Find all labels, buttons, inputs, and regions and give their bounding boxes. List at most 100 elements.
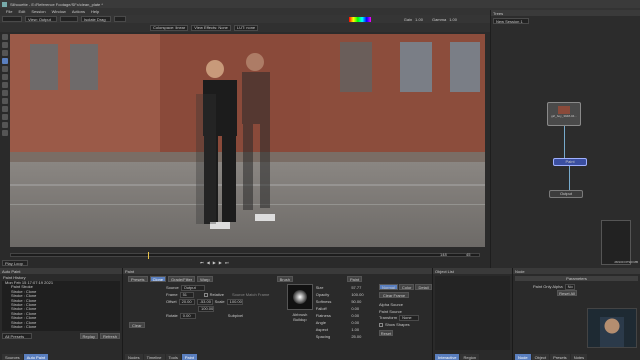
session-dropdown[interactable]: New Session 1 [493, 18, 529, 24]
play-icon[interactable]: ▶ [213, 260, 216, 265]
first-frame-icon[interactable]: ⏮ [200, 260, 204, 265]
brush-preview-button[interactable]: Brush [276, 276, 294, 282]
show-shapes-label: Show Shapes [385, 322, 410, 327]
pen-tool-icon[interactable] [2, 50, 8, 56]
opacity-field[interactable]: 100.00 [351, 291, 379, 298]
blur-tool-icon[interactable] [2, 82, 8, 88]
tab-node[interactable]: Node [515, 354, 531, 360]
menu-file[interactable]: File [6, 9, 12, 14]
gamma-value[interactable]: 1.00 [449, 17, 457, 22]
frame-field[interactable]: 51 [179, 291, 194, 298]
size-field[interactable]: 57.77 [351, 284, 379, 291]
source-dropdown[interactable]: Output [180, 284, 205, 291]
menu-actions[interactable]: Actions [72, 9, 85, 14]
next-frame-icon[interactable]: ▶ [219, 260, 222, 265]
view-output-dropdown[interactable]: View: Output [25, 16, 57, 22]
aspect-field[interactable]: 1.00 [351, 326, 379, 333]
offset-y-field[interactable]: -53.00 [196, 298, 213, 305]
prev-frame-icon[interactable]: ◀ [207, 260, 210, 265]
offset-x-field[interactable]: 20.00 [178, 298, 195, 305]
tab-object[interactable]: Object [531, 354, 550, 360]
dropper-tool-icon[interactable] [2, 98, 8, 104]
playhead[interactable] [148, 252, 149, 259]
transform-tool-icon[interactable] [2, 42, 8, 48]
tab-region[interactable]: Region [460, 354, 480, 360]
spacing-field[interactable]: 25.00 [351, 333, 379, 340]
object-list-area[interactable] [435, 276, 510, 350]
node-source[interactable]: girl_boy_3948-04... [547, 102, 581, 126]
lut-dropdown[interactable]: LUT: none [233, 24, 259, 31]
grade-filter-button[interactable]: Grade/Filter [168, 276, 196, 282]
show-shapes-checkbox[interactable] [379, 322, 383, 327]
buildup-label[interactable]: Buildup [293, 317, 306, 322]
menu-edit[interactable]: Edit [18, 9, 25, 14]
node-paint[interactable]: Paint [553, 158, 587, 166]
menu-help[interactable]: Help [91, 9, 99, 14]
refresh-button[interactable]: Refresh [99, 333, 120, 339]
relative-checkbox[interactable] [203, 292, 208, 297]
tree-minimap[interactable] [601, 220, 631, 265]
warp-button[interactable]: Warp [197, 276, 213, 282]
last-frame-icon[interactable]: ⏭ [225, 260, 229, 265]
tab-interactive[interactable]: Interactive [435, 354, 460, 360]
paint-mode-button[interactable]: Paint [347, 276, 363, 282]
tab-timeline[interactable]: Timeline [143, 354, 165, 360]
playback-mode-dropdown[interactable]: Play Loop [2, 260, 28, 266]
clone-tool-icon[interactable] [2, 66, 8, 72]
zoom-dropdown[interactable] [114, 16, 126, 22]
gain-value[interactable]: 1.00 [415, 17, 423, 22]
frame-dropdown[interactable] [2, 16, 22, 22]
drag-tool-icon[interactable] [2, 114, 8, 120]
falloff-field[interactable]: 0.00 [351, 305, 379, 312]
brush-tool-icon[interactable] [2, 58, 8, 64]
fill-tool-icon[interactable] [2, 106, 8, 112]
view-effects-dropdown[interactable]: View Effects: None [191, 24, 231, 31]
select-tool-icon[interactable] [2, 34, 8, 40]
presets-dropdown[interactable]: All Presets [2, 333, 32, 339]
softness-field[interactable]: 50.00 [351, 298, 379, 305]
image-viewer[interactable] [10, 34, 485, 247]
tab-sources[interactable]: Sources [2, 354, 23, 360]
rotate-field[interactable]: 0.00 [179, 312, 196, 319]
clear-button[interactable]: Clear [129, 322, 145, 328]
flatness-field[interactable]: 0.00 [351, 312, 379, 319]
repeat-tool-icon[interactable] [2, 122, 8, 128]
paint-only-alpha-dropdown[interactable]: No [564, 283, 575, 290]
color-swatch-palette-icon[interactable] [348, 16, 371, 22]
scale-y-field[interactable]: 100.00 [198, 305, 214, 312]
clear-frame-button[interactable]: Clear Frame [379, 292, 409, 298]
tab-notes[interactable]: Notes [570, 354, 588, 360]
clone-mode-button[interactable]: Clone [149, 276, 167, 282]
history-list[interactable]: Mon Feb 15 17:07:19 2021 Paint Stroke St… [2, 281, 120, 331]
brush-preview[interactable] [286, 284, 313, 310]
object-list-title: Object List [435, 268, 454, 274]
timeline-track[interactable] [10, 253, 480, 257]
tab-auto-paint[interactable]: Auto Paint [23, 354, 49, 360]
color-mode-button[interactable]: Color [398, 284, 415, 290]
tab-paint[interactable]: Paint [181, 354, 197, 360]
reset-button[interactable]: Reset [379, 330, 393, 336]
menu-session[interactable]: Session [31, 9, 45, 14]
tab-presets[interactable]: Presets [550, 354, 570, 360]
channel-dropdown[interactable] [60, 16, 78, 22]
menu-window[interactable]: Window [52, 9, 66, 14]
timeline-current[interactable]: 148 [440, 252, 447, 257]
zoom-tool-icon[interactable] [2, 130, 8, 136]
detail-mode-button[interactable]: Detail [415, 284, 432, 290]
smear-tool-icon[interactable] [2, 90, 8, 96]
layer-dropdown[interactable]: Isolate Drag [81, 16, 111, 22]
transform-dropdown[interactable]: None [399, 314, 420, 321]
node-output[interactable]: Output [549, 190, 583, 198]
presets-button[interactable]: Presets [128, 276, 148, 282]
gamma-label: Gamma [431, 16, 447, 22]
eraser-tool-icon[interactable] [2, 74, 8, 80]
reset-all-button[interactable]: Reset All [557, 290, 577, 296]
normal-mode-button[interactable]: Normal [379, 284, 398, 290]
scale-x-field[interactable]: 100.00 [226, 298, 243, 305]
tab-nodes[interactable]: Nodes [125, 354, 143, 360]
replay-button[interactable]: Replay [79, 333, 98, 339]
tab-tools[interactable]: Tools [165, 354, 181, 360]
list-item[interactable]: Stroke : Clone [5, 324, 120, 329]
angle-field[interactable]: 0.00 [351, 319, 379, 326]
colorspace-dropdown[interactable]: Colorspace: linear [150, 24, 189, 31]
